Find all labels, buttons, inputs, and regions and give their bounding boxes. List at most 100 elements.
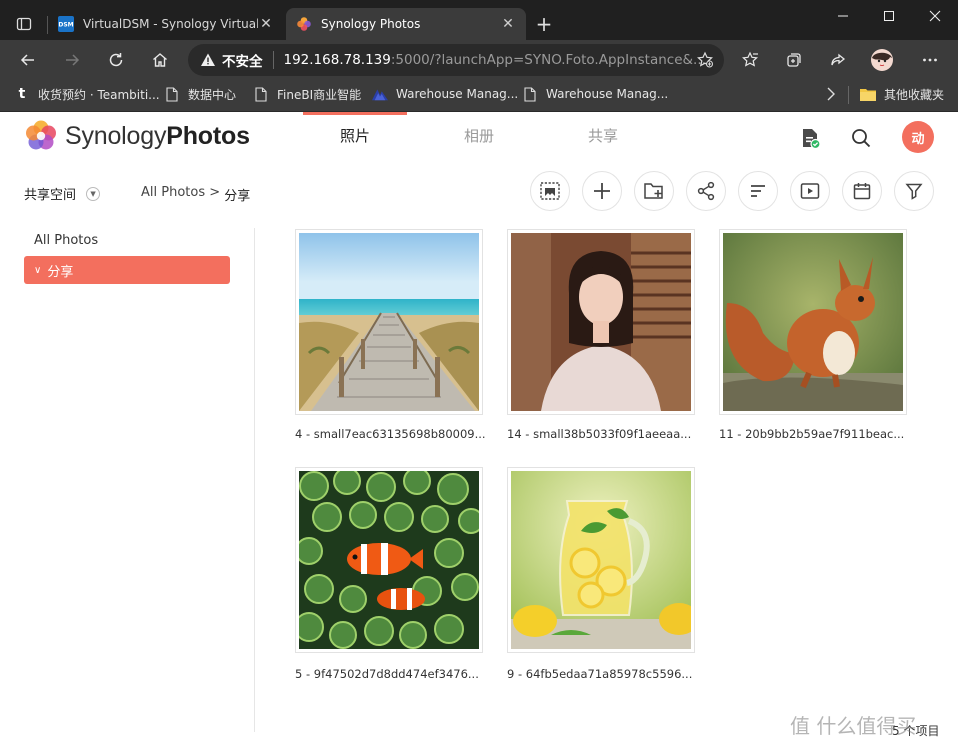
sidebar-item-share[interactable]: ∨ 分享	[24, 256, 230, 284]
share-page-button[interactable]	[822, 44, 854, 76]
photo-portrait-woman	[511, 233, 691, 411]
sidebar-divider	[254, 228, 255, 732]
bookmarks-overflow-button[interactable]	[826, 80, 836, 108]
bookmark-teambition[interactable]: t 收货预约 · Teambiti...	[14, 80, 160, 108]
folder-icon	[860, 86, 876, 102]
breadcrumb: All Photos > 分享	[141, 185, 250, 204]
sidebar-item-all-photos[interactable]: All Photos	[34, 233, 98, 248]
synology-photos-logo-icon	[26, 120, 56, 150]
calendar-icon	[853, 183, 871, 200]
profile-avatar-icon	[871, 49, 893, 71]
close-icon	[929, 10, 941, 22]
forward-button[interactable]	[56, 44, 88, 76]
tab-albums[interactable]: 相册	[427, 112, 531, 160]
tab-actions-button[interactable]	[8, 8, 40, 40]
add-folder-icon	[644, 183, 663, 199]
page-icon	[253, 86, 269, 102]
add-favorite-icon[interactable]	[696, 51, 714, 73]
tab-actions-icon	[16, 17, 32, 31]
maximize-button[interactable]	[866, 0, 912, 32]
bookmark-data-center[interactable]: 数据中心	[164, 80, 236, 108]
home-icon	[153, 53, 167, 67]
photo-caption: 14 - small38b5033f09f1aeeaa...	[507, 427, 692, 441]
not-secure-label: 不安全	[222, 54, 263, 70]
favorites-button[interactable]	[734, 44, 766, 76]
photo-caption: 9 - 64fb5edaa71a85978c5596...	[507, 667, 693, 681]
other-bookmarks-folder[interactable]: 其他收藏夹	[860, 80, 944, 108]
add-button[interactable]	[582, 171, 622, 211]
app-name: SynologyPhotos	[65, 121, 250, 150]
more-dots-icon	[923, 58, 937, 62]
photo-clownfish-anemone	[299, 471, 479, 649]
breadcrumb-current: 分享	[224, 189, 251, 204]
select-button[interactable]	[530, 171, 570, 211]
photo-red-squirrel	[723, 233, 903, 411]
bookmark-separator	[848, 86, 849, 104]
back-arrow-icon	[20, 54, 34, 66]
photo-thumbnail[interactable]	[719, 229, 907, 415]
bookmark-warehouse-1[interactable]: Warehouse Manag...	[372, 80, 518, 108]
bookmark-label: 其他收藏夹	[884, 87, 945, 102]
url-rest: :5000/?launchApp=SYNO.Foto.AppInstance&.…	[390, 52, 706, 68]
slideshow-button[interactable]	[790, 171, 830, 211]
address-bar[interactable]: 不安全 192.168.78.139 :5000/?launchApp=SYNO…	[188, 44, 724, 76]
refresh-button[interactable]	[100, 44, 132, 76]
search-button[interactable]	[845, 122, 877, 154]
chevron-down-icon: ▼	[86, 186, 101, 201]
tab-photos[interactable]: 照片	[303, 112, 407, 160]
filter-button[interactable]	[894, 171, 934, 211]
bookmark-label: FineBI商业智能	[277, 87, 362, 102]
timeline-button[interactable]	[842, 171, 882, 211]
search-icon	[852, 129, 871, 148]
bookmark-label: Warehouse Manag...	[546, 87, 669, 101]
share-icon	[831, 53, 846, 66]
watermark: 值 什么值得买	[790, 714, 917, 738]
close-tab-icon[interactable]: ✕	[500, 16, 516, 32]
minimize-button[interactable]	[820, 0, 866, 32]
photo-thumbnail[interactable]	[295, 229, 483, 415]
more-menu-button[interactable]	[914, 44, 946, 76]
favorites-star-icon	[742, 51, 758, 67]
breadcrumb-root[interactable]: All Photos	[141, 185, 205, 204]
bookmark-label: 数据中心	[188, 87, 237, 102]
warning-icon	[201, 53, 215, 66]
photo-thumbnail[interactable]	[507, 467, 695, 653]
address-separator	[272, 51, 274, 69]
bookmark-finebi[interactable]: FineBI商业智能	[253, 80, 361, 108]
dsm-icon: DSM	[58, 16, 74, 32]
tab-virtualdsm[interactable]: DSM VirtualDSM - Synology VirtualDSM ✕	[48, 8, 284, 40]
bookmark-label: Warehouse Manag...	[396, 87, 519, 101]
page-icon	[164, 86, 180, 102]
tab-shared[interactable]: 共享	[551, 112, 655, 160]
photo-caption: 4 - small7eac63135698b80009...	[295, 427, 485, 441]
tab-title: Synology Photos	[321, 17, 421, 31]
photo-caption: 5 - 9f47502d7d8dd474ef3476...	[295, 667, 479, 681]
new-tab-button[interactable]: +	[532, 12, 556, 36]
forward-arrow-icon	[66, 54, 80, 66]
profile-avatar[interactable]	[866, 44, 898, 76]
page-icon	[522, 86, 538, 102]
filter-funnel-icon	[905, 183, 923, 200]
shared-space-selector[interactable]: 共享空间 ▼	[24, 184, 101, 203]
sidebar-item-label: 分享	[47, 264, 74, 280]
collections-button[interactable]	[778, 44, 810, 76]
task-status-button[interactable]	[794, 122, 826, 154]
share-button[interactable]	[686, 171, 726, 211]
new-folder-button[interactable]	[634, 171, 674, 211]
tab-synology-photos[interactable]: Synology Photos ✕	[286, 8, 526, 40]
sort-icon	[751, 185, 765, 197]
close-window-button[interactable]	[912, 0, 958, 32]
home-button[interactable]	[144, 44, 176, 76]
photo-thumbnail[interactable]	[507, 229, 695, 415]
maximize-icon	[884, 11, 894, 21]
breadcrumb-separator: >	[205, 185, 225, 200]
close-tab-icon[interactable]: ✕	[258, 16, 274, 32]
bookmark-warehouse-2[interactable]: Warehouse Manag...	[522, 80, 668, 108]
app-logo[interactable]: SynologyPhotos	[24, 118, 250, 154]
back-button[interactable]	[12, 44, 44, 76]
t-icon: t	[18, 86, 26, 102]
sort-button[interactable]	[738, 171, 778, 211]
photo-thumbnail[interactable]	[295, 467, 483, 653]
browser-tab-bar: DSM VirtualDSM - Synology VirtualDSM ✕ S…	[0, 0, 958, 40]
user-avatar[interactable]: 动	[902, 121, 934, 153]
